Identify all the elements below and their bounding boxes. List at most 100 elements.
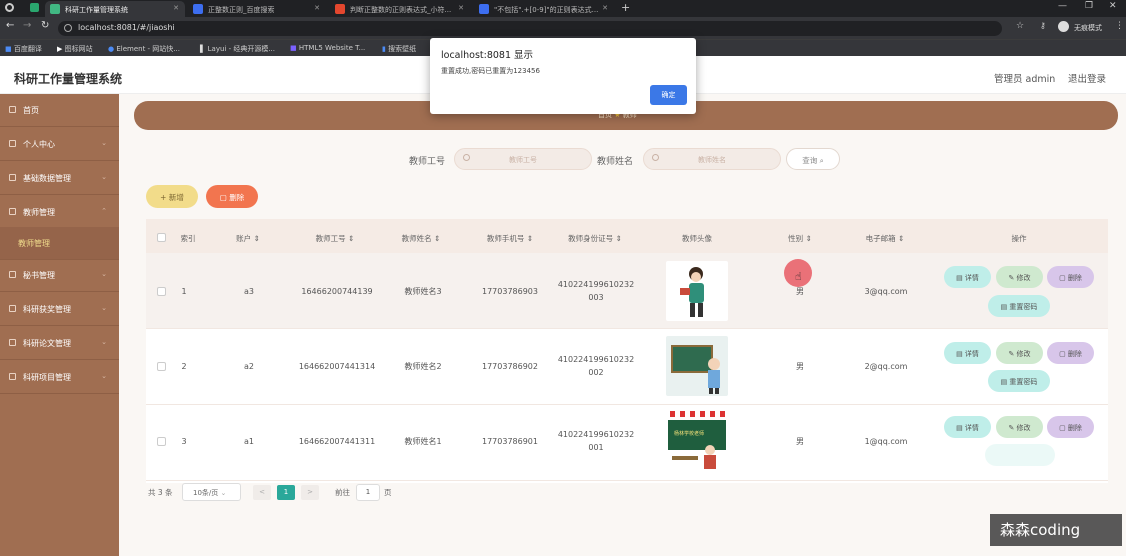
row-checkbox[interactable] [157, 287, 166, 296]
browser-menu-icon[interactable] [5, 3, 14, 12]
url-input[interactable]: localhost:8081/#/jiaoshi [58, 21, 1002, 36]
sidebar-item-projects[interactable]: 科研项目管理 ⌄ [0, 361, 119, 394]
add-button[interactable]: + 新增 [146, 185, 198, 208]
avatar[interactable]: 杨林学校老师 [666, 410, 728, 470]
chevron-down-icon: ⌄ [101, 304, 107, 312]
info-icon[interactable] [64, 24, 72, 32]
bookmark-icon: ▶ [57, 45, 63, 53]
select-all-checkbox[interactable] [157, 233, 166, 242]
close-icon[interactable]: ✕ [602, 4, 608, 12]
tab-baidu[interactable]: 正整数正则_百度搜索 ✕ [188, 1, 326, 17]
bookmark-item[interactable]: ▶ 图标网站 [57, 44, 93, 54]
minimize-icon[interactable]: — [1058, 1, 1067, 11]
bookmark-item[interactable]: ■ HTML5 Website T... [290, 44, 365, 52]
bookmark-item[interactable]: ■ 百度翻译 [5, 44, 42, 54]
reset-password-button[interactable]: ▤ 重置密码 [988, 295, 1050, 317]
query-button[interactable]: 查询 ⌕ [786, 148, 840, 170]
browser-tab-green-icon[interactable] [30, 3, 39, 12]
avatar[interactable] [666, 336, 728, 396]
teacher-id-input[interactable]: 教师工号 [454, 148, 592, 170]
cell-teacher-id: 16466200744139 [301, 287, 373, 296]
sidebar-item-profile[interactable]: 个人中心 ⌄ [0, 128, 119, 161]
close-icon[interactable]: ✕ [458, 4, 464, 12]
tab-csdn[interactable]: 判断正整数的正则表达式_小符... ✕ [330, 1, 470, 17]
row-delete-label: 删除 [1067, 274, 1082, 282]
reset-password-button[interactable]: ▤ 重置密码 [988, 370, 1050, 392]
close-icon[interactable]: ✕ [173, 4, 179, 12]
cell-idcard: 410224199610232 002 [558, 353, 634, 379]
edit-button[interactable]: ✎ 修改 [996, 342, 1043, 364]
bookmark-icon: ● [108, 45, 115, 53]
tab-regex[interactable]: "不包括".+[0-9]"的正则表达式... ✕ [474, 1, 614, 17]
cell-index: 3 [181, 437, 187, 446]
tab-app[interactable]: 科研工作量管理系统 ✕ [45, 1, 185, 17]
close-icon[interactable]: ✕ [314, 4, 320, 12]
bookmark-item[interactable]: ● Element - 网站快... [108, 44, 180, 54]
delete-button[interactable]: ▢ 删除 [206, 185, 258, 208]
reload-icon[interactable]: ↻ [41, 20, 49, 31]
incognito-icon [1058, 21, 1069, 32]
sidebar-item-papers[interactable]: 科研论文管理 ⌄ [0, 327, 119, 360]
sidebar-item-home[interactable]: 首页 [0, 94, 119, 127]
sidebar-item-label: 秘书管理 [23, 271, 55, 280]
sidebar-subitem-teacher[interactable]: 教师管理 [0, 227, 119, 260]
bookmark-item[interactable]: ▌ Layui - 经典开源模... [200, 44, 275, 54]
page-1-button[interactable]: 1 [277, 485, 295, 500]
logout-link[interactable]: 退出登录 [1068, 71, 1106, 85]
reset-icon: ▤ [1000, 303, 1008, 311]
cell-email: 2@qq.com [864, 362, 908, 371]
goto-input[interactable]: 1 [356, 484, 380, 501]
sidebar-item-label: 科研获奖管理 [23, 305, 71, 314]
restore-icon[interactable]: ❐ [1085, 1, 1093, 11]
row-checkbox[interactable] [157, 437, 166, 446]
sidebar-item-secretary[interactable]: 秘书管理 ⌄ [0, 259, 119, 292]
row-checkbox[interactable] [157, 362, 166, 371]
cell-teacher-id: 164662007441311 [298, 437, 376, 446]
row-delete-button[interactable]: ▢ 删除 [1047, 342, 1094, 364]
cursor-hand-icon: ☝ [795, 270, 802, 283]
th-index[interactable]: 索引 [181, 233, 196, 244]
sidebar-item-awards[interactable]: 科研获奖管理 ⌄ [0, 293, 119, 326]
th-teacher-id[interactable]: 教师工号 ⇕ [316, 233, 355, 244]
sidebar-item-teacher[interactable]: 教师管理 ⌃ [0, 196, 119, 229]
teacher-name-input[interactable]: 教师姓名 [643, 148, 781, 170]
avatar[interactable] [666, 261, 728, 321]
edit-button[interactable]: ✎ 修改 [996, 416, 1043, 438]
key-icon[interactable]: ⚷ [1040, 21, 1046, 30]
close-window-icon[interactable]: ✕ [1109, 1, 1117, 11]
th-teacher-name[interactable]: 教师姓名 ⇕ [402, 233, 441, 244]
edit-button[interactable]: ✎ 修改 [996, 266, 1043, 288]
prev-page-button[interactable]: < [253, 485, 271, 500]
th-email[interactable]: 电子邮箱 ⇕ [866, 233, 905, 244]
th-avatar: 教师头像 [682, 233, 712, 244]
incognito-label[interactable]: 无痕模式 [1074, 23, 1102, 33]
row-delete-button[interactable]: ▢ 删除 [1047, 416, 1094, 438]
sidebar-item-basic-data[interactable]: 基础数据管理 ⌄ [0, 162, 119, 195]
th-account[interactable]: 账户 ⇕ [236, 233, 260, 244]
reset-label: 重置密码 [1009, 378, 1038, 386]
th-idcard[interactable]: 教师身份证号 ⇕ [568, 233, 622, 244]
reset-password-button-blurred[interactable] [985, 444, 1055, 466]
cell-index: 1 [181, 287, 187, 296]
page-size-select[interactable]: 10条/页 ⌄ [182, 483, 241, 501]
detail-button[interactable]: ▤ 详情 [944, 266, 991, 288]
more-icon[interactable]: ⋮ [1115, 21, 1124, 31]
detail-button[interactable]: ▤ 详情 [944, 342, 991, 364]
next-page-button[interactable]: > [301, 485, 319, 500]
baidu-icon [193, 4, 203, 14]
star-icon[interactable]: ☆ [1016, 21, 1024, 31]
detail-button[interactable]: ▤ 详情 [944, 416, 991, 438]
search-icon [652, 154, 659, 161]
goto-suffix: 页 [384, 488, 392, 497]
new-tab-icon[interactable]: + [621, 1, 630, 14]
back-icon[interactable]: ← [6, 20, 14, 31]
chevron-down-icon: ⌄ [101, 372, 107, 380]
th-phone[interactable]: 教师手机号 ⇕ [487, 233, 533, 244]
bookmark-item[interactable]: ▮ 搜索壁纸 [382, 44, 416, 54]
vue-icon [50, 4, 60, 14]
dialog-title: localhost:8081 显示 [441, 50, 534, 61]
forward-icon[interactable]: → [23, 20, 31, 31]
th-gender[interactable]: 性别 ⇕ [788, 233, 812, 244]
row-delete-button[interactable]: ▢ 删除 [1047, 266, 1094, 288]
dialog-ok-button[interactable]: 确定 [650, 85, 687, 105]
